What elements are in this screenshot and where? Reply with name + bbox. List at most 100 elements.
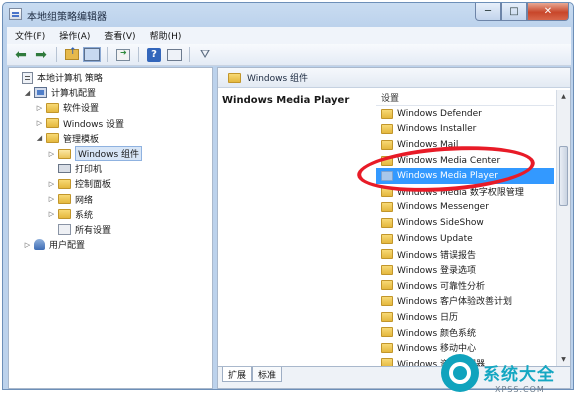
toolbar-separator <box>189 47 190 62</box>
scroll-thumb[interactable] <box>559 146 568 206</box>
expander-icon[interactable]: ▷ <box>47 150 56 158</box>
setting-row[interactable]: Windows 登录选项 <box>376 262 554 278</box>
close-button[interactable]: ✕ <box>527 3 569 21</box>
setting-row[interactable]: Windows 客户体验改善计划 <box>376 293 554 309</box>
tree-item[interactable]: 所有设置 <box>47 222 111 237</box>
expander-icon[interactable]: ▷ <box>47 195 56 203</box>
setting-row[interactable]: Windows 移动中心 <box>376 340 554 356</box>
folder-up-icon[interactable] <box>64 47 80 63</box>
setting-row[interactable]: Windows 颜色系统 <box>376 324 554 340</box>
show-hide-tree-icon[interactable] <box>83 47 101 63</box>
tab-extended[interactable]: 扩展 <box>222 367 253 382</box>
tree-item-label: 所有设置 <box>75 226 112 236</box>
tree-item-label: 计算机配置 <box>51 89 97 100</box>
expander-icon[interactable]: ▷ <box>47 210 56 218</box>
path-bar: Windows 组件 <box>218 68 570 88</box>
tree-item-label: 打印机 <box>75 165 103 176</box>
setting-row[interactable]: Windows Defender <box>376 106 554 122</box>
tree-item[interactable]: ▷ 用户配置 <box>23 237 85 252</box>
help-icon[interactable]: ? <box>146 47 162 63</box>
expander-icon[interactable]: ◢ <box>35 134 44 142</box>
scroll-up-icon[interactable]: ▲ <box>557 90 570 103</box>
folder-icon <box>46 133 59 144</box>
vertical-scrollbar[interactable]: ▲ ▼ <box>556 90 570 366</box>
setting-row[interactable]: Windows 资源管理器 <box>376 356 554 366</box>
setting-row[interactable]: Windows Media 数字权限管理 <box>376 184 554 200</box>
settings-list: 设置 Windows Defender Windows Installer Wind… <box>376 90 554 366</box>
setting-row[interactable]: Windows Mail <box>376 137 554 153</box>
tree-item[interactable]: ▷ Windows 设置 <box>35 116 124 131</box>
folder-icon <box>381 327 393 338</box>
folder-icon <box>381 139 393 150</box>
tree-item[interactable]: 打印机 <box>47 161 102 176</box>
filter-icon[interactable]: ⛛ <box>197 47 213 63</box>
tree-item[interactable]: ▷ 控制面板 <box>47 176 111 191</box>
setting-label: Windows SideShow <box>397 217 484 228</box>
setting-row[interactable]: Windows 日历 <box>376 309 554 325</box>
expander-icon[interactable]: ◢ <box>23 89 32 97</box>
tree-item-label: 本地计算机 策略 <box>37 74 103 84</box>
tree-item-label: 管理模板 <box>63 134 100 145</box>
setting-row[interactable]: Windows 错误报告 <box>376 246 554 262</box>
menu-bar: 文件(F) 操作(A) 查看(V) 帮助(H) <box>7 27 571 44</box>
folder-icon <box>381 249 393 260</box>
folder-icon <box>381 342 393 353</box>
tree-item-label: 网络 <box>75 195 94 206</box>
properties-icon[interactable] <box>166 47 182 63</box>
tree-item[interactable]: ◢ 计算机配置 <box>23 85 96 100</box>
window-controls: ─ □ ✕ <box>475 3 569 21</box>
tree-item[interactable]: ◢ 管理模板 <box>35 131 99 146</box>
tree-item-label: Windows 组件 <box>75 146 143 161</box>
folder-icon <box>381 295 393 306</box>
folder-icon <box>58 178 71 189</box>
setting-row[interactable]: Windows Installer <box>376 122 554 138</box>
app-icon <box>9 8 22 20</box>
setting-row[interactable]: Windows SideShow <box>376 215 554 231</box>
tree-item[interactable]: 本地计算机 策略 <box>11 70 103 85</box>
tab-standard[interactable]: 标准 <box>252 367 283 382</box>
setting-row[interactable]: Windows Update <box>376 231 554 247</box>
description-title: Windows Media Player <box>222 95 350 106</box>
setting-row[interactable]: Windows Media Center <box>376 153 554 169</box>
tree-item[interactable]: ▷ Windows 组件 <box>47 146 143 161</box>
maximize-button[interactable]: □ <box>501 3 527 21</box>
folder-icon <box>381 171 393 182</box>
setting-row[interactable]: Windows Media Player <box>376 168 554 184</box>
back-arrow-icon[interactable]: ⬅ <box>13 47 29 63</box>
tree-item[interactable]: ▷ 系统 <box>47 207 93 222</box>
tree-item[interactable]: ▷ 网络 <box>47 192 93 207</box>
column-header-settings[interactable]: 设置 <box>376 90 554 106</box>
expander-icon[interactable]: ▷ <box>47 180 56 188</box>
folder-icon <box>228 72 241 83</box>
folder-icon <box>381 358 393 366</box>
menu-action[interactable]: 操作(A) <box>59 29 90 42</box>
folder-icon <box>381 186 393 197</box>
scroll-down-icon[interactable]: ▼ <box>557 353 570 366</box>
details-pane: Windows 组件 Windows Media Player 设置 Windo… <box>217 67 571 367</box>
expander-icon[interactable]: ▷ <box>35 119 44 127</box>
setting-row[interactable]: Windows Messenger <box>376 200 554 216</box>
setting-label: Windows Media Center <box>397 155 501 166</box>
menu-help[interactable]: 帮助(H) <box>150 29 182 42</box>
setting-label: Windows 登录选项 <box>397 266 477 277</box>
setting-label: Windows 资源管理器 <box>397 359 486 366</box>
policy-icon <box>22 71 33 84</box>
tree-item[interactable]: ▷ 软件设置 <box>35 100 99 115</box>
setting-label: Windows 可靠性分析 <box>397 281 486 292</box>
forward-arrow-icon[interactable]: ➡ <box>33 47 49 63</box>
tree-item-label: 软件设置 <box>63 104 100 115</box>
export-list-icon[interactable] <box>115 47 131 63</box>
menu-view[interactable]: 查看(V) <box>104 29 135 42</box>
path-label: Windows 组件 <box>247 74 309 84</box>
setting-row[interactable]: Windows 可靠性分析 <box>376 278 554 294</box>
setting-label: Windows Defender <box>397 108 482 119</box>
title-bar[interactable]: 本地组策略编辑器 ─ □ ✕ <box>3 3 573 25</box>
setting-label: Windows Media Player <box>397 171 498 182</box>
menu-file[interactable]: 文件(F) <box>15 29 45 42</box>
expander-icon[interactable]: ▷ <box>23 241 32 249</box>
minimize-button[interactable]: ─ <box>475 3 501 21</box>
computer-icon <box>34 87 47 99</box>
expander-icon[interactable]: ▷ <box>35 104 44 112</box>
folder-icon <box>46 118 59 129</box>
setting-label: Windows Update <box>397 233 473 244</box>
